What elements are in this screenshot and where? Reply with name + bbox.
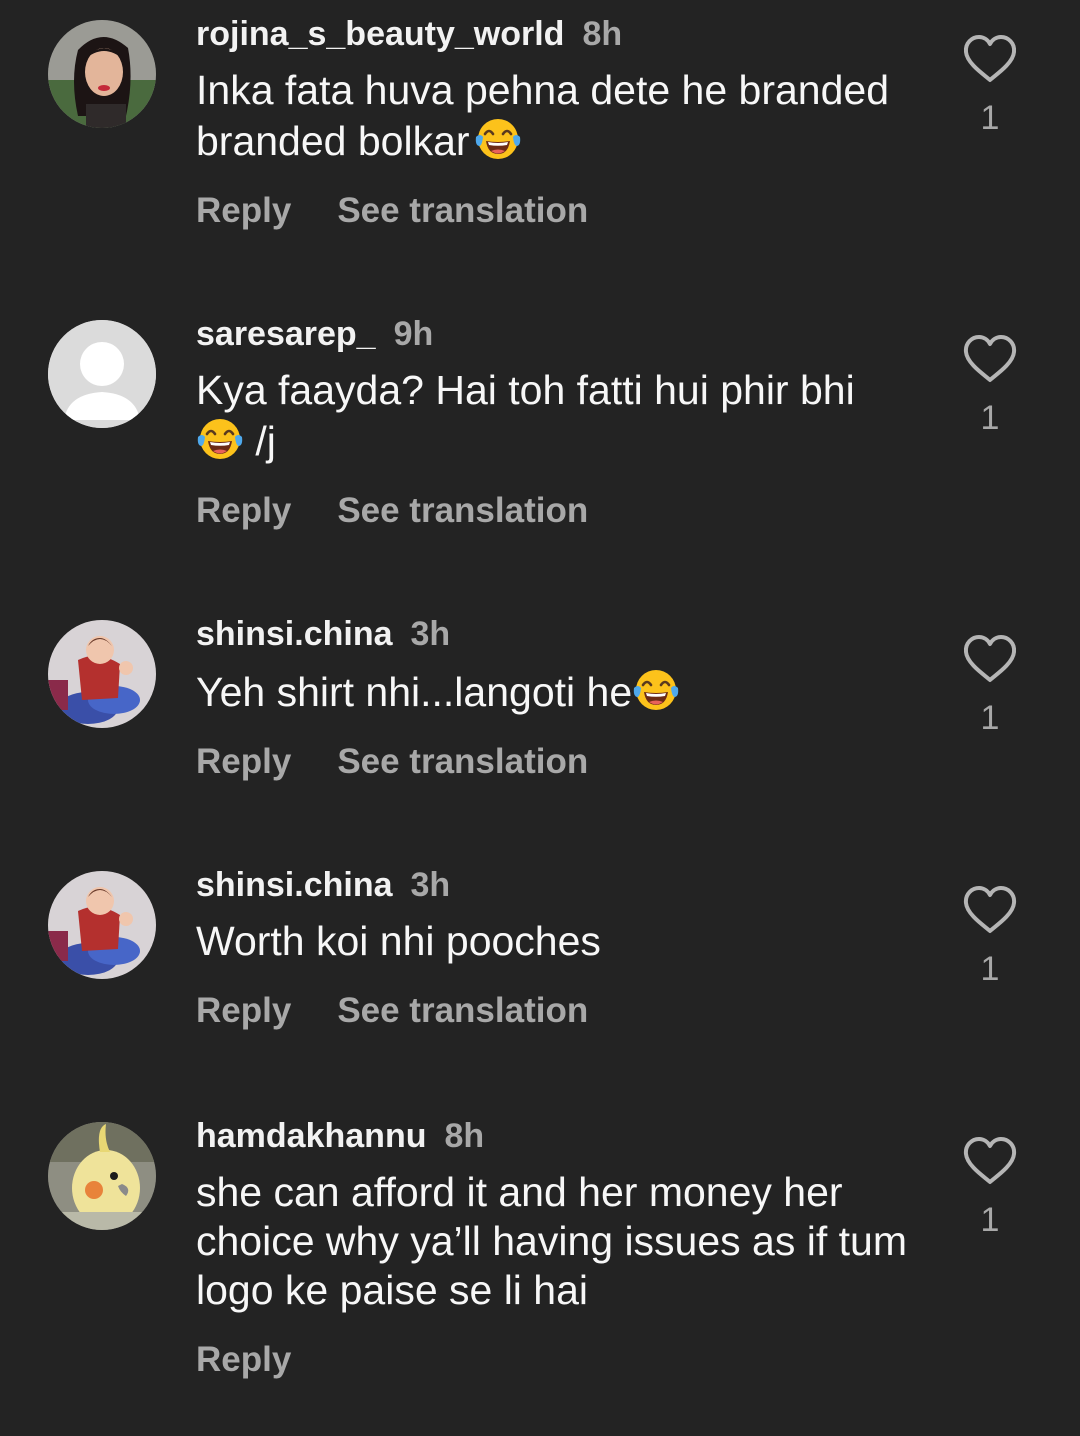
comment-text-line-with-emoji: Yeh shirt nhi...langoti he — [196, 666, 936, 717]
comment-text-line: branded bolkar — [196, 118, 470, 164]
comment-text-line: Inka fata huva pehna dete he branded — [196, 67, 890, 113]
like-count: 1 — [980, 399, 1000, 437]
cockatiel-bird-avatar-icon — [48, 1122, 156, 1230]
reply-button[interactable]: Reply — [196, 742, 291, 781]
default-profile-avatar-icon — [48, 320, 156, 428]
comment-actions: Reply See translation — [196, 486, 936, 536]
comment-text: Inka fata huva pehna dete he branded bra… — [196, 66, 936, 166]
comment-text-line: Kya faayda? Hai toh fatti hui phir bhi — [196, 367, 855, 413]
comment-text: Yeh shirt nhi...langoti he — [196, 666, 936, 717]
profile-photo-avatar-icon — [48, 620, 156, 728]
like-control: 1 — [962, 34, 1018, 138]
timestamp: 9h — [393, 315, 434, 353]
comment-text-line-with-emoji: /j — [196, 415, 936, 466]
username[interactable]: saresarep_ — [196, 315, 376, 353]
heart-icon[interactable] — [962, 334, 1018, 384]
like-count: 1 — [980, 1201, 1000, 1239]
see-translation-button[interactable]: See translation — [337, 491, 588, 530]
comment-actions: Reply — [196, 1335, 936, 1385]
like-control: 1 — [962, 1136, 1018, 1240]
comment-actions: Reply See translation — [196, 737, 936, 787]
comment-text-line: Yeh shirt nhi...langoti he — [196, 669, 633, 715]
like-count: 1 — [980, 99, 1000, 137]
face-with-tears-of-joy-icon — [632, 666, 680, 714]
avatar[interactable] — [48, 620, 156, 728]
like-count: 1 — [980, 950, 1000, 988]
see-translation-button[interactable]: See translation — [337, 991, 588, 1030]
like-control: 1 — [962, 885, 1018, 989]
comment-actions: Reply See translation — [196, 186, 936, 236]
comment-text: Worth koi nhi pooches — [196, 917, 936, 966]
username[interactable]: rojina_s_beauty_world — [196, 15, 564, 53]
heart-icon[interactable] — [962, 34, 1018, 84]
timestamp: 8h — [444, 1117, 485, 1155]
see-translation-button[interactable]: See translation — [337, 191, 588, 230]
face-with-tears-of-joy-icon — [474, 115, 522, 163]
timestamp: 8h — [582, 15, 623, 53]
avatar[interactable] — [48, 320, 156, 428]
reply-button[interactable]: Reply — [196, 191, 291, 230]
reply-button[interactable]: Reply — [196, 991, 291, 1030]
avatar[interactable] — [48, 20, 156, 128]
comment-list: rojina_s_beauty_world 8h Inka fata huva p… — [0, 0, 1080, 1436]
avatar[interactable] — [48, 1122, 156, 1230]
comment-text: Kya faayda? Hai toh fatti hui phir bhi /… — [196, 366, 936, 466]
see-translation-button[interactable]: See translation — [337, 742, 588, 781]
timestamp: 3h — [410, 615, 451, 653]
heart-icon[interactable] — [962, 634, 1018, 684]
comment-text-line: choice why ya’ll having issues as if tum — [196, 1218, 907, 1264]
face-with-tears-of-joy-icon — [196, 415, 244, 463]
heart-icon[interactable] — [962, 885, 1018, 935]
comment-actions: Reply See translation — [196, 986, 936, 1036]
timestamp: 3h — [410, 866, 451, 904]
comment-text-line-with-emoji: branded bolkar — [196, 115, 936, 166]
like-count: 1 — [980, 699, 1000, 737]
comment-text: she can afford it and her money her choi… — [196, 1168, 936, 1315]
like-control: 1 — [962, 634, 1018, 738]
avatar[interactable] — [48, 871, 156, 979]
profile-photo-avatar-icon — [48, 20, 156, 128]
profile-photo-avatar-icon — [48, 871, 156, 979]
heart-icon[interactable] — [962, 1136, 1018, 1186]
comment-text-line: /j — [255, 418, 276, 464]
username[interactable]: hamdakhannu — [196, 1117, 426, 1155]
reply-button[interactable]: Reply — [196, 491, 291, 530]
username[interactable]: shinsi.china — [196, 866, 393, 904]
like-control: 1 — [962, 334, 1018, 438]
comment-text-line: logo ke paise se li hai — [196, 1267, 589, 1313]
comment-text-line: Worth koi nhi pooches — [196, 918, 601, 964]
username[interactable]: shinsi.china — [196, 615, 393, 653]
reply-button[interactable]: Reply — [196, 1340, 291, 1379]
comment-text-line: she can afford it and her money her — [196, 1169, 843, 1215]
